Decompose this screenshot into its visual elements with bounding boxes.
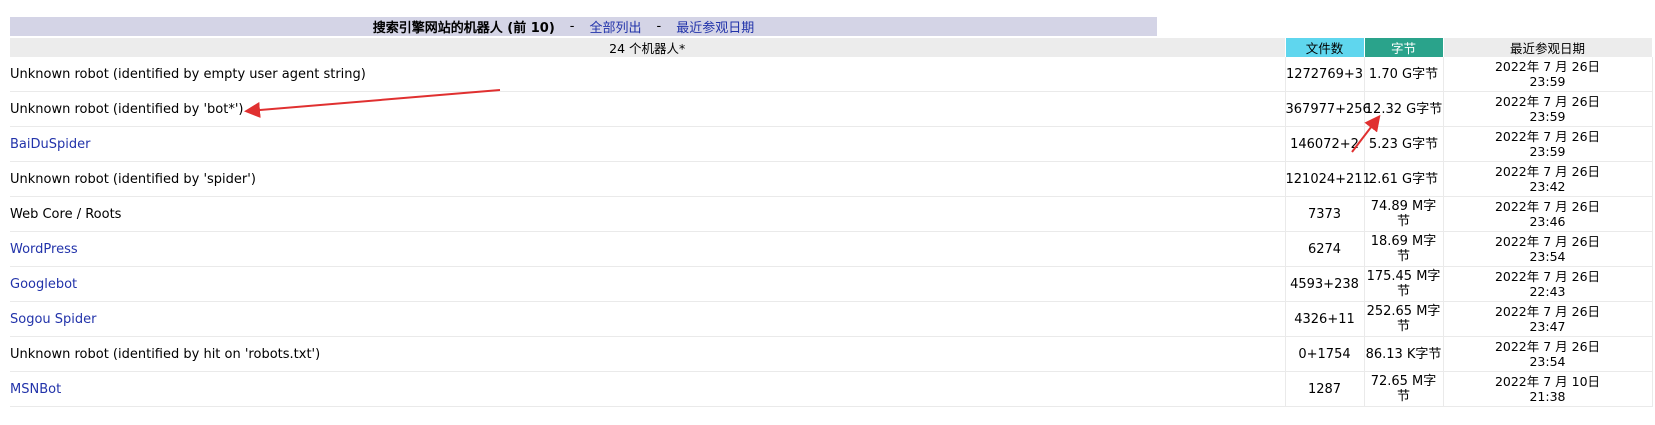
last-visit-time: 23:54 [1529, 249, 1566, 264]
last-visit-cell: 2022年 7 月 26日 23:59 [1443, 57, 1653, 92]
column-header-last-visit: 最近参观日期 [1443, 38, 1653, 57]
last-visit-date: 2022年 7 月 26日 [1494, 129, 1601, 144]
last-visit-time: 21:38 [1529, 389, 1566, 404]
last-visit-cell: 2022年 7 月 26日 23:59 [1443, 126, 1653, 162]
robot-name-cell: BaiDuSpider [10, 126, 1286, 162]
table-header-row: 24 个机器人* 文件数 字节 最近参观日期 [10, 38, 1653, 57]
files-cell: 4593+238 [1285, 266, 1365, 302]
last-visit-cell: 2022年 7 月 26日 22:43 [1443, 266, 1653, 302]
last-visit-cell: 2022年 7 月 26日 23:42 [1443, 161, 1653, 197]
header-separator: - [569, 19, 575, 34]
files-cell: 4326+11 [1285, 301, 1365, 337]
section-title: 搜索引擎网站的机器人 (前 10) [372, 21, 555, 36]
last-visit-date: 2022年 7 月 26日 [1494, 199, 1601, 214]
column-header-files: 文件数 [1285, 38, 1365, 57]
last-visit-date: 2022年 7 月 26日 [1494, 304, 1601, 319]
files-cell: 7373 [1285, 196, 1365, 232]
robot-name-cell: Sogou Spider [10, 301, 1286, 337]
column-header-robots: 24 个机器人* [10, 38, 1286, 57]
section-header: 搜索引擎网站的机器人 (前 10) - 全部列出 - 最近参观日期 [10, 17, 1157, 36]
table-row: MSNBot 1287 72.65 M字节 2022年 7 月 10日 21:38 [10, 371, 1653, 407]
column-header-bytes: 字节 [1364, 38, 1444, 57]
last-visit-time: 23:42 [1529, 179, 1566, 194]
bytes-cell: 2.61 G字节 [1364, 161, 1444, 197]
table-row: Unknown robot (identified by 'spider') 12… [10, 161, 1653, 197]
last-visit-time: 23:59 [1529, 109, 1566, 124]
last-visit-date: 2022年 7 月 26日 [1494, 234, 1601, 249]
robot-name-cell: Unknown robot (identified by 'spider') [10, 161, 1286, 197]
last-visit-date: 2022年 7 月 26日 [1494, 164, 1601, 179]
table-row: BaiDuSpider 146072+2 5.23 G字节 2022年 7 月 26日… [10, 126, 1653, 162]
bytes-cell: 175.45 M字节 [1364, 266, 1444, 302]
table-row: Unknown robot (identified by 'bot*') 3679… [10, 91, 1653, 127]
robot-name: Unknown robot (identified by hit on 'rob… [10, 346, 321, 362]
robots-table-container: 24 个机器人* 文件数 字节 最近参观日期 Unknown robot (id… [10, 38, 1653, 407]
robot-name-cell: Web Core / Roots [10, 196, 1286, 232]
last-visit-time: 23:59 [1529, 144, 1566, 159]
robot-name: Unknown robot (identified by 'bot*') [10, 101, 244, 117]
last-visit-time: 23:59 [1529, 74, 1566, 89]
files-cell: 1287 [1285, 371, 1365, 407]
last-visit-time: 23:54 [1529, 354, 1566, 369]
table-row: Unknown robot (identified by hit on 'rob… [10, 336, 1653, 372]
last-visit-cell: 2022年 7 月 26日 23:59 [1443, 91, 1653, 127]
table-row: WordPress 6274 18.69 M字节 2022年 7 月 26日 23:54 [10, 231, 1653, 267]
table-row: Unknown robot (identified by empty user … [10, 57, 1653, 92]
bytes-cell: 5.23 G字节 [1364, 126, 1444, 162]
last-visit-cell: 2022年 7 月 26日 23:54 [1443, 231, 1653, 267]
last-visit-time: 23:47 [1529, 319, 1566, 334]
last-visit-time: 23:46 [1529, 214, 1566, 229]
bytes-cell: 74.89 M字节 [1364, 196, 1444, 232]
bytes-cell: 18.69 M字节 [1364, 231, 1444, 267]
bytes-cell: 86.13 K字节 [1364, 336, 1444, 372]
robot-name: Unknown robot (identified by empty user … [10, 66, 366, 82]
bytes-cell: 252.65 M字节 [1364, 301, 1444, 337]
files-cell: 146072+2 [1285, 126, 1365, 162]
last-visit-link[interactable]: 最近参观日期 [676, 17, 754, 36]
robot-name-cell: Unknown robot (identified by 'bot*') [10, 91, 1286, 127]
files-cell: 6274 [1285, 231, 1365, 267]
header-separator: - [656, 19, 662, 34]
table-row: Web Core / Roots 7373 74.89 M字节 2022年 7 月 2… [10, 196, 1653, 232]
robot-name-cell: Unknown robot (identified by empty user … [10, 57, 1286, 92]
robots-table: 24 个机器人* 文件数 字节 最近参观日期 Unknown robot (id… [10, 38, 1653, 407]
last-visit-cell: 2022年 7 月 26日 23:46 [1443, 196, 1653, 232]
robot-name-link[interactable]: MSNBot [10, 382, 61, 397]
last-visit-date: 2022年 7 月 10日 [1494, 374, 1601, 389]
last-visit-cell: 2022年 7 月 26日 23:47 [1443, 301, 1653, 337]
bytes-cell: 1.70 G字节 [1364, 57, 1444, 92]
table-row: Sogou Spider 4326+11 252.65 M字节 2022年 7 月 2… [10, 301, 1653, 337]
robot-name: Unknown robot (identified by 'spider') [10, 171, 256, 187]
table-row: Googlebot 4593+238 175.45 M字节 2022年 7 月 26日… [10, 266, 1653, 302]
last-visit-date: 2022年 7 月 26日 [1494, 269, 1601, 284]
files-cell: 121024+211 [1285, 161, 1371, 197]
files-cell: 1272769+3 [1285, 57, 1365, 92]
robot-name-cell: MSNBot [10, 371, 1286, 407]
robot-name-cell: WordPress [10, 231, 1286, 267]
last-visit-date: 2022年 7 月 26日 [1494, 59, 1601, 74]
list-all-link[interactable]: 全部列出 [590, 17, 642, 36]
last-visit-cell: 2022年 7 月 10日 21:38 [1443, 371, 1653, 407]
bytes-cell: 12.32 G字节 [1364, 91, 1444, 127]
robot-name-cell: Unknown robot (identified by hit on 'rob… [10, 336, 1286, 372]
files-cell: 367977+256 [1285, 91, 1371, 127]
last-visit-time: 22:43 [1529, 284, 1566, 299]
files-cell: 0+1754 [1285, 336, 1365, 372]
last-visit-date: 2022年 7 月 26日 [1494, 94, 1601, 109]
robot-name-link[interactable]: Sogou Spider [10, 312, 97, 327]
robot-name: Web Core / Roots [10, 206, 122, 222]
robot-name-cell: Googlebot [10, 266, 1286, 302]
robot-name-link[interactable]: Googlebot [10, 277, 77, 292]
bytes-cell: 72.65 M字节 [1364, 371, 1444, 407]
robot-name-link[interactable]: WordPress [10, 242, 78, 257]
last-visit-date: 2022年 7 月 26日 [1494, 339, 1601, 354]
robot-name-link[interactable]: BaiDuSpider [10, 137, 90, 152]
last-visit-cell: 2022年 7 月 26日 23:54 [1443, 336, 1653, 372]
